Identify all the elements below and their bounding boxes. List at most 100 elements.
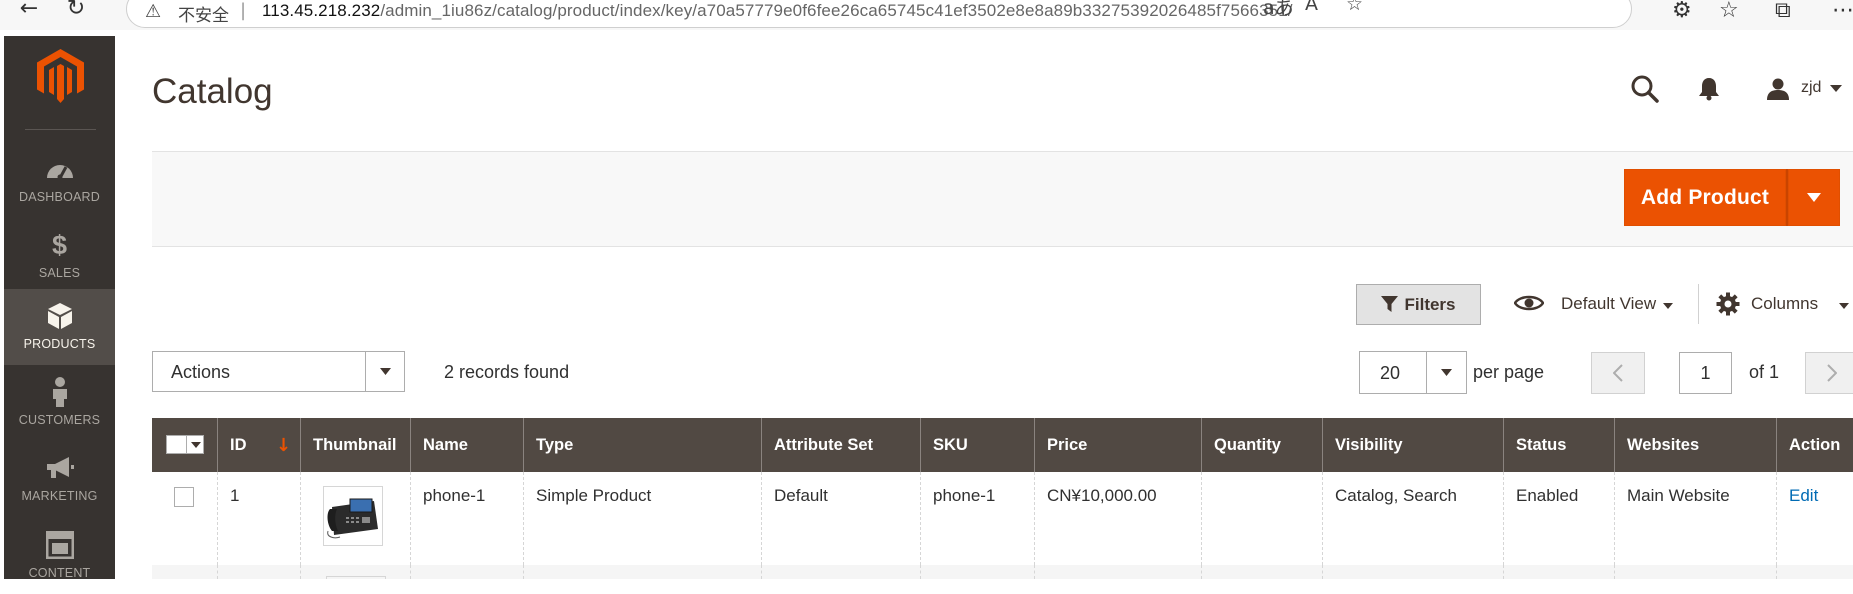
column-header-visibility[interactable]: Visibility [1323,418,1504,472]
cell-action: Edit [1777,472,1853,565]
favorite-star-icon[interactable]: ☆ [1346,0,1363,15]
filters-label: Filters [1404,294,1456,314]
url-separator: | [240,0,247,21]
per-page-value: 20 [1380,363,1401,383]
total-pages-label: of 1 [1749,362,1780,382]
mass-actions-label: Actions [171,362,231,382]
sidebar-item-dashboard[interactable]: DASHBOARD [4,142,115,218]
sidebar-item-sales[interactable]: $ SALES [4,218,115,294]
more-icon[interactable]: ⋯ [1832,0,1853,23]
cell-thumbnail [301,472,411,565]
next-page-button[interactable] [1805,352,1853,394]
column-header-quantity[interactable]: Quantity [1202,418,1323,472]
sidebar-item-label: DASHBOARD [19,190,100,204]
default-view-switcher[interactable]: Default View [1561,294,1656,314]
url-host: 113.45.218.232 [262,1,381,20]
admin-username[interactable]: zjd [1801,79,1821,97]
row-cell [1035,565,1202,579]
cell-status: Enabled [1504,472,1615,565]
row-cell [411,565,524,579]
filters-button[interactable]: Filters [1356,284,1481,325]
product-thumbnail-image[interactable] [323,486,383,546]
page-actions-bar [152,151,1853,247]
gear-icon[interactable] [1716,292,1740,320]
per-page-select[interactable]: 20 [1359,351,1467,394]
extensions-icon[interactable]: ⚙ [1672,0,1692,23]
address-bar[interactable]: ⚠ 不安全 | 113.45.218.232/admin_1iu86z/cata… [126,0,1632,28]
filter-funnel-icon [1381,296,1399,312]
reload-icon[interactable]: ↻ [61,0,91,22]
column-header-action: Action [1789,435,1841,454]
sidebar-item-label: CUSTOMERS [18,413,101,427]
collections-icon[interactable]: ⧉ [1775,0,1791,23]
chevron-down-icon[interactable] [191,442,201,448]
sidebar-item-content[interactable]: CONTENT [4,518,115,594]
sort-arrow-down-icon[interactable]: ↓ [276,418,291,472]
chevron-down-icon[interactable] [1839,303,1849,309]
search-icon[interactable] [1631,75,1659,107]
chevron-down-icon[interactable] [1426,352,1466,393]
sidebar-item-customers[interactable]: CUSTOMERS [4,365,115,441]
user-avatar-icon[interactable] [1765,78,1791,104]
chevron-left-icon [1613,364,1623,382]
column-header-name[interactable]: Name [411,418,524,472]
cell-quantity [1202,472,1323,565]
table-row [152,565,1853,579]
column-header-status[interactable]: Status [1504,418,1615,472]
cell-visibility: Catalog, Search [1323,472,1504,565]
mass-select-checkbox[interactable] [166,435,204,454]
dashboard-icon [4,154,115,184]
mass-select-column [152,418,218,472]
row-checkbox[interactable] [174,487,194,507]
mass-select-box[interactable] [167,436,187,453]
chevron-down-icon[interactable] [1830,85,1842,92]
records-found-count: 2 records found [444,362,570,382]
layout-icon [4,530,115,560]
read-aloud-icon[interactable]: aあ [1263,0,1294,20]
logo-divider [25,129,96,130]
mass-actions-select[interactable]: Actions [152,351,405,392]
url-path: /admin_1iu86z/catalog/product/index/key/… [380,1,1293,20]
column-header-websites[interactable]: Websites [1615,418,1777,472]
url-text[interactable]: 113.45.218.232/admin_1iu86z/catalog/prod… [262,1,1293,21]
warning-icon: ⚠ [145,1,162,22]
current-page-input[interactable]: 1 [1679,352,1732,394]
dollar-icon: $ [51,229,68,260]
row-cell [152,565,218,579]
add-product-button[interactable]: Add Product [1624,169,1786,226]
column-header-price[interactable]: Price [1035,418,1202,472]
back-icon[interactable]: ← [14,0,44,22]
grid-header-row: ID ↓ Thumbnail Name Type Attribute Set S… [152,418,1853,472]
cell-sku: phone-1 [921,472,1035,565]
row-select-cell [152,472,218,565]
row-cell [524,565,762,579]
page-title: Catalog [152,72,273,111]
columns-control[interactable]: Columns [1751,294,1818,314]
cell-name: phone-1 [411,472,524,565]
cell-type: Simple Product [524,472,762,565]
favorites-icon[interactable]: ☆ [1719,0,1739,23]
eye-icon[interactable] [1513,294,1545,316]
sidebar-item-label: MARKETING [21,489,98,503]
insecure-label: 不安全 [178,6,229,26]
column-header-sku[interactable]: SKU [921,418,1035,472]
per-page-label: per page [1473,362,1545,382]
text-size-icon[interactable]: A [1305,0,1318,15]
chevron-down-icon[interactable] [365,352,404,391]
cell-price: CN¥10,000.00 [1035,472,1202,565]
sidebar-item-products[interactable]: PRODUCTS [4,289,115,365]
magento-logo-icon[interactable] [37,49,84,103]
edit-link[interactable]: Edit [1789,486,1818,505]
chevron-down-icon[interactable] [1663,303,1673,309]
megaphone-icon [4,453,115,483]
column-header-attribute-set[interactable]: Attribute Set [762,418,921,472]
previous-page-button[interactable] [1591,352,1645,394]
chevron-right-icon [1827,364,1837,382]
toolbar-divider [1698,284,1699,324]
row-cell [762,565,921,579]
column-header-type[interactable]: Type [524,418,762,472]
notifications-bell-icon[interactable] [1698,77,1720,105]
sidebar-item-marketing[interactable]: MARKETING [4,441,115,517]
add-product-dropdown-toggle[interactable] [1788,169,1840,226]
row-cell [1504,565,1615,579]
